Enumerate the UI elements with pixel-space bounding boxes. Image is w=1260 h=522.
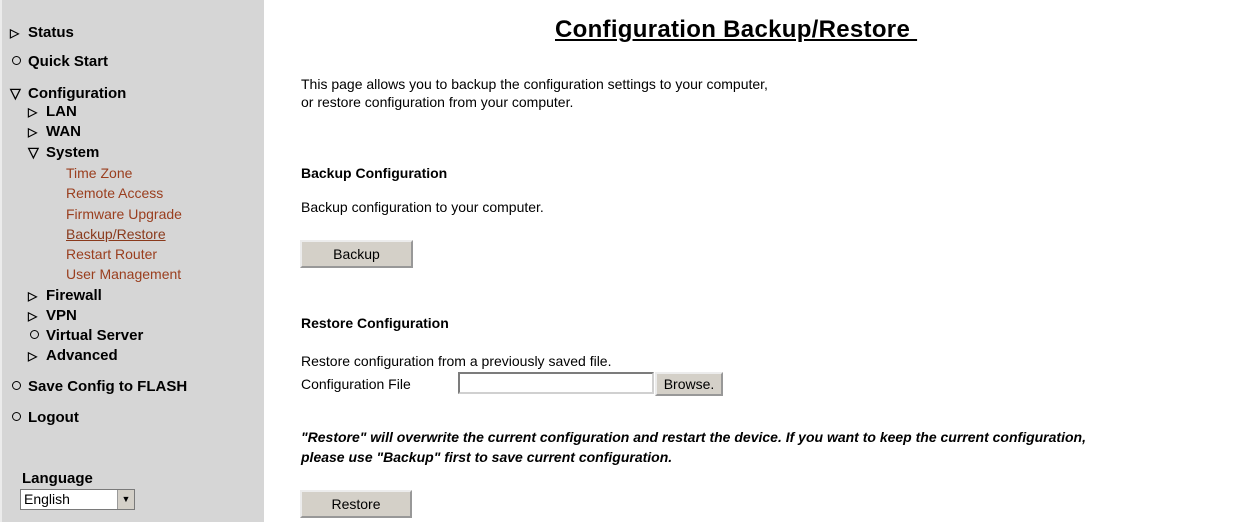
triangle-right-icon: ▷	[28, 105, 38, 119]
triangle-right-icon: ▷	[10, 26, 20, 40]
nav-status[interactable]: ▷ Status	[10, 24, 74, 42]
restore-header: Restore Configuration	[301, 315, 449, 331]
restore-button[interactable]: Restore	[300, 490, 412, 518]
circle-icon	[12, 381, 21, 390]
backup-description: Backup configuration to your computer.	[301, 199, 544, 215]
nav-lan[interactable]: ▷ LAN	[28, 103, 77, 121]
sidebar-menu: ▷ Status Quick Start ▽ Configuration ▷ LAN …	[0, 0, 264, 522]
nav-system[interactable]: ▽ System	[28, 143, 99, 162]
nav-backup-restore[interactable]: Backup/Restore	[66, 226, 166, 243]
triangle-right-icon: ▷	[28, 309, 38, 323]
browse-button[interactable]: Browse.	[655, 372, 723, 396]
nav-user-management[interactable]: User Management	[66, 266, 181, 283]
nav-firewall[interactable]: ▷ Firewall	[28, 287, 102, 305]
nav-firmware-upgrade[interactable]: Firmware Upgrade	[66, 206, 182, 223]
intro-text-line2: or restore configuration from your compu…	[301, 94, 574, 110]
intro-text-line1: This page allows you to backup the confi…	[301, 76, 768, 92]
language-value: English	[24, 491, 70, 507]
nav-logout[interactable]: Logout	[10, 409, 79, 427]
nav-vpn[interactable]: ▷ VPN	[28, 307, 77, 325]
triangle-down-icon: ▽	[10, 85, 21, 101]
nav-quick-start[interactable]: Quick Start	[10, 53, 108, 71]
triangle-down-icon: ▽	[28, 144, 39, 160]
circle-icon	[30, 330, 39, 339]
configuration-file-input[interactable]	[458, 372, 654, 394]
triangle-right-icon: ▷	[28, 349, 38, 363]
warning-text-line2: please use "Backup" first to save curren…	[301, 449, 673, 465]
triangle-right-icon: ▷	[28, 289, 38, 303]
chevron-down-icon[interactable]: ▼	[117, 490, 134, 509]
circle-icon	[12, 56, 21, 65]
restore-description: Restore configuration from a previously …	[301, 353, 612, 369]
nav-advanced[interactable]: ▷ Advanced	[28, 347, 118, 365]
warning-text-line1: "Restore" will overwrite the current con…	[301, 429, 1086, 445]
page-title: Configuration Backup/Restore	[555, 16, 918, 43]
file-label: Configuration File	[301, 376, 411, 392]
language-select[interactable]: English ▼	[20, 489, 135, 510]
nav-virtual-server[interactable]: Virtual Server	[28, 327, 143, 345]
nav-remote-access[interactable]: Remote Access	[66, 185, 163, 202]
nav-restart-router[interactable]: Restart Router	[66, 246, 157, 263]
nav-save-config[interactable]: Save Config to FLASH	[10, 378, 187, 396]
circle-icon	[12, 412, 21, 421]
backup-button[interactable]: Backup	[300, 240, 413, 268]
nav-configuration[interactable]: ▽ Configuration	[10, 84, 126, 103]
backup-header: Backup Configuration	[301, 165, 448, 181]
nav-time-zone[interactable]: Time Zone	[66, 165, 132, 182]
nav-wan[interactable]: ▷ WAN	[28, 123, 81, 141]
triangle-right-icon: ▷	[28, 125, 38, 139]
language-label: Language	[22, 470, 93, 487]
